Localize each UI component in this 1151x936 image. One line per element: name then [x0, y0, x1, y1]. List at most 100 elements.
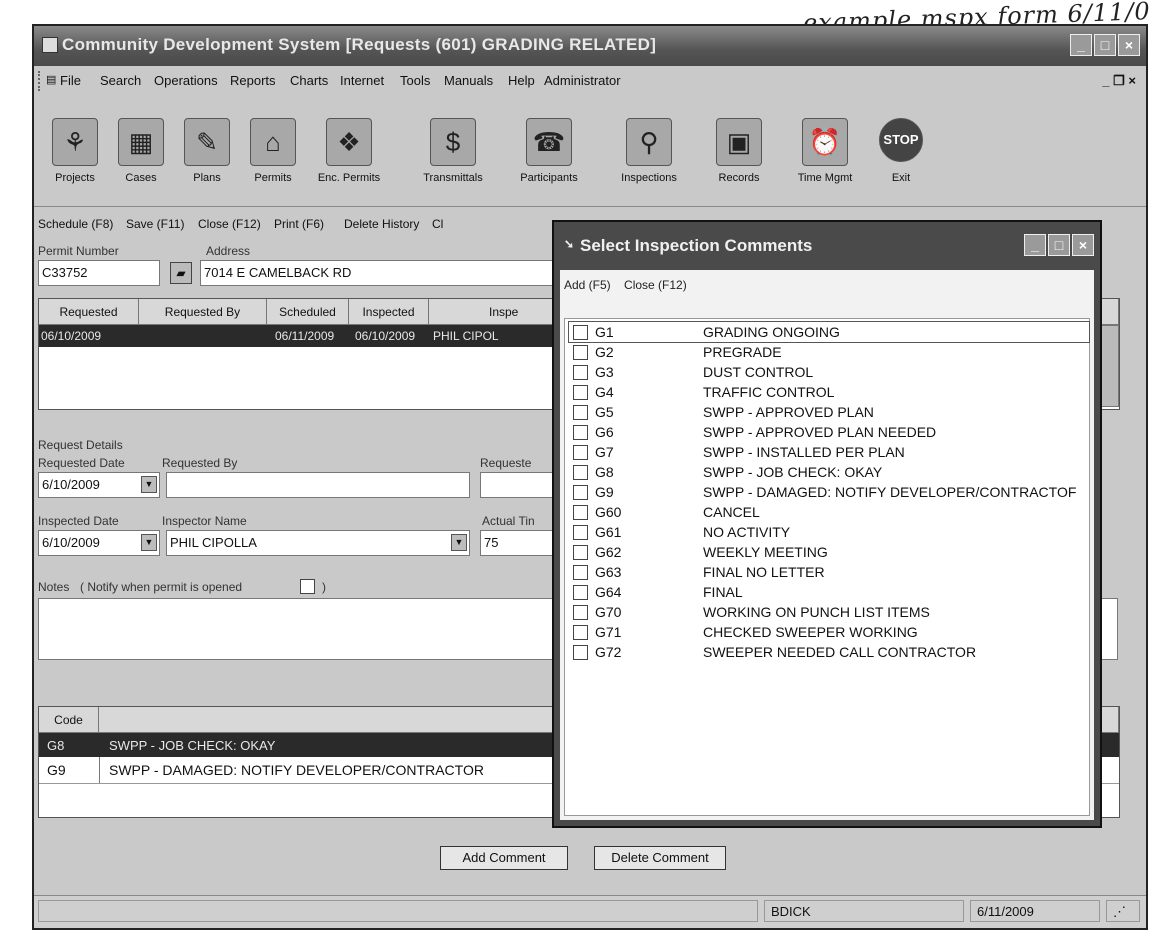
toolbar-permits[interactable]: ⌂ Permits — [238, 96, 308, 196]
requests-scrollbar[interactable] — [1101, 325, 1119, 407]
dialog-close-action[interactable]: Close (F12) — [624, 278, 687, 292]
item-checkbox[interactable] — [573, 565, 588, 580]
dialog-minimize-button[interactable]: _ — [1024, 234, 1046, 256]
item-checkbox[interactable] — [573, 645, 588, 660]
toolbar-time-mgmt[interactable]: ⏰ Time Mgmt — [790, 96, 860, 196]
list-item[interactable]: G7 SWPP - INSTALLED PER PLAN — [569, 442, 1089, 462]
app-icon — [42, 37, 58, 53]
inspector-name-select[interactable]: PHIL CIPOLLA ▼ — [166, 530, 470, 556]
resize-grip-icon[interactable]: ⋰ — [1106, 900, 1140, 922]
item-checkbox[interactable] — [573, 585, 588, 600]
list-item[interactable]: G60 CANCEL — [569, 502, 1089, 522]
actual-time-field[interactable]: 75 — [480, 530, 560, 556]
close-action[interactable]: Close (F12) — [198, 217, 261, 231]
menu-search[interactable]: Search — [100, 73, 141, 88]
print-action[interactable]: Print (F6) — [274, 217, 324, 231]
list-item[interactable]: G8 SWPP - JOB CHECK: OKAY — [569, 462, 1089, 482]
list-item[interactable]: G9 SWPP - DAMAGED: NOTIFY DEVELOPER/CONTR… — [569, 482, 1089, 502]
list-item[interactable]: G62 WEEKLY MEETING — [569, 542, 1089, 562]
delete-history-action[interactable]: Delete History — [344, 217, 419, 231]
item-checkbox[interactable] — [573, 365, 588, 380]
menu-charts[interactable]: Charts — [290, 73, 328, 88]
menu-tools[interactable]: Tools — [400, 73, 430, 88]
list-item[interactable]: G61 NO ACTIVITY — [569, 522, 1089, 542]
window-title: Community Development System [Requests (… — [62, 35, 657, 54]
inspected-date-picker[interactable]: 6/10/2009 ▼ — [38, 530, 160, 556]
item-text: NO ACTIVITY — [703, 524, 791, 540]
menu-help[interactable]: Help — [508, 73, 535, 88]
col-scheduled[interactable]: Scheduled — [267, 299, 349, 325]
add-comment-button[interactable]: Add Comment — [440, 846, 568, 870]
list-item[interactable]: G5 SWPP - APPROVED PLAN — [569, 402, 1089, 422]
item-checkbox[interactable] — [573, 505, 588, 520]
chevron-down-icon[interactable]: ▼ — [141, 476, 157, 493]
list-item[interactable]: G4 TRAFFIC CONTROL — [569, 382, 1089, 402]
dialog-add-action[interactable]: Add (F5) — [564, 278, 611, 292]
toolbar-records[interactable]: ▣ Records — [704, 96, 774, 196]
menu-manuals[interactable]: Manuals — [444, 73, 493, 88]
doc-icon: ▤ — [46, 74, 57, 86]
requested-date-picker[interactable]: 6/10/2009 ▼ — [38, 472, 160, 498]
list-item[interactable]: G72 SWEEPER NEEDED CALL CONTRACTOR — [569, 642, 1089, 662]
permit-number-field[interactable]: C33752 — [38, 260, 160, 286]
item-text: CHECKED SWEEPER WORKING — [703, 624, 918, 640]
list-item[interactable]: G64 FINAL — [569, 582, 1089, 602]
item-checkbox[interactable] — [573, 525, 588, 540]
close-button[interactable]: × — [1118, 34, 1140, 56]
list-item[interactable]: G63 FINAL NO LETTER — [569, 562, 1089, 582]
request-details-label: Request Details — [38, 438, 123, 452]
item-checkbox[interactable] — [573, 345, 588, 360]
notify-checkbox[interactable] — [300, 579, 315, 594]
item-checkbox[interactable] — [573, 625, 588, 640]
save-action[interactable]: Save (F11) — [126, 217, 184, 231]
item-checkbox[interactable] — [573, 385, 588, 400]
item-checkbox[interactable] — [573, 425, 588, 440]
chevron-down-icon[interactable]: ▼ — [451, 534, 467, 551]
open-folder-icon[interactable]: ▰ — [170, 262, 192, 284]
col-requested-by[interactable]: Requested By — [139, 299, 267, 325]
col-inspected[interactable]: Inspected — [349, 299, 429, 325]
item-checkbox[interactable] — [573, 605, 588, 620]
menu-reports[interactable]: Reports — [230, 73, 276, 88]
list-item[interactable]: G71 CHECKED SWEEPER WORKING — [569, 622, 1089, 642]
list-item[interactable]: G3 DUST CONTROL — [569, 362, 1089, 382]
col-code[interactable]: Code — [39, 707, 99, 733]
row-inspected: 06/10/2009 — [355, 329, 416, 343]
chevron-down-icon[interactable]: ▼ — [141, 534, 157, 551]
toolbar: ⚘ Projects ▦ Cases ✎ Plans ⌂ Permits ❖ E… — [34, 96, 1146, 204]
toolbar-enc-permits[interactable]: ❖ Enc. Permits — [314, 96, 384, 196]
schedule-action[interactable]: Schedule (F8) — [38, 217, 113, 231]
item-checkbox[interactable] — [573, 545, 588, 560]
row-requested: 06/10/2009 — [41, 329, 102, 343]
list-item[interactable]: G6 SWPP - APPROVED PLAN NEEDED — [569, 422, 1089, 442]
item-checkbox[interactable] — [573, 445, 588, 460]
item-checkbox[interactable] — [573, 465, 588, 480]
menu-internet[interactable]: Internet — [340, 73, 384, 88]
menu-administrator[interactable]: Administrator — [544, 73, 621, 88]
requested-by-field[interactable] — [166, 472, 470, 498]
menu-operations[interactable]: Operations — [154, 73, 218, 88]
toolbar-transmittals[interactable]: $ Transmittals — [418, 96, 488, 196]
list-item[interactable]: G1 GRADING ONGOING — [568, 321, 1090, 343]
item-code: G4 — [595, 384, 614, 400]
delete-comment-button[interactable]: Delete Comment — [594, 846, 726, 870]
minimize-button[interactable]: _ — [1070, 34, 1092, 56]
maximize-button[interactable]: □ — [1094, 34, 1116, 56]
toolbar-inspections[interactable]: ⚲ Inspections — [614, 96, 684, 196]
list-item[interactable]: G70 WORKING ON PUNCH LIST ITEMS — [569, 602, 1089, 622]
item-checkbox[interactable] — [573, 485, 588, 500]
truncated-action[interactable]: Cl — [432, 217, 443, 231]
col-requested[interactable]: Requested — [39, 299, 139, 325]
mdi-controls[interactable]: _ ❐ × — [1102, 73, 1136, 89]
menu-file[interactable]: File — [60, 73, 81, 88]
item-checkbox[interactable] — [573, 325, 588, 340]
dialog-maximize-button[interactable]: □ — [1048, 234, 1070, 256]
requested-trunc-field[interactable] — [480, 472, 560, 498]
list-item[interactable]: G2 PREGRADE — [569, 342, 1089, 362]
address-field[interactable]: 7014 E CAMELBACK RD — [200, 260, 560, 286]
toolbar-participants[interactable]: ☎ Participants — [514, 96, 584, 196]
dialog-close-button[interactable]: × — [1072, 234, 1094, 256]
item-checkbox[interactable] — [573, 405, 588, 420]
toolbar-exit[interactable]: STOP Exit — [866, 96, 936, 196]
records-icon: ▣ — [716, 118, 762, 166]
